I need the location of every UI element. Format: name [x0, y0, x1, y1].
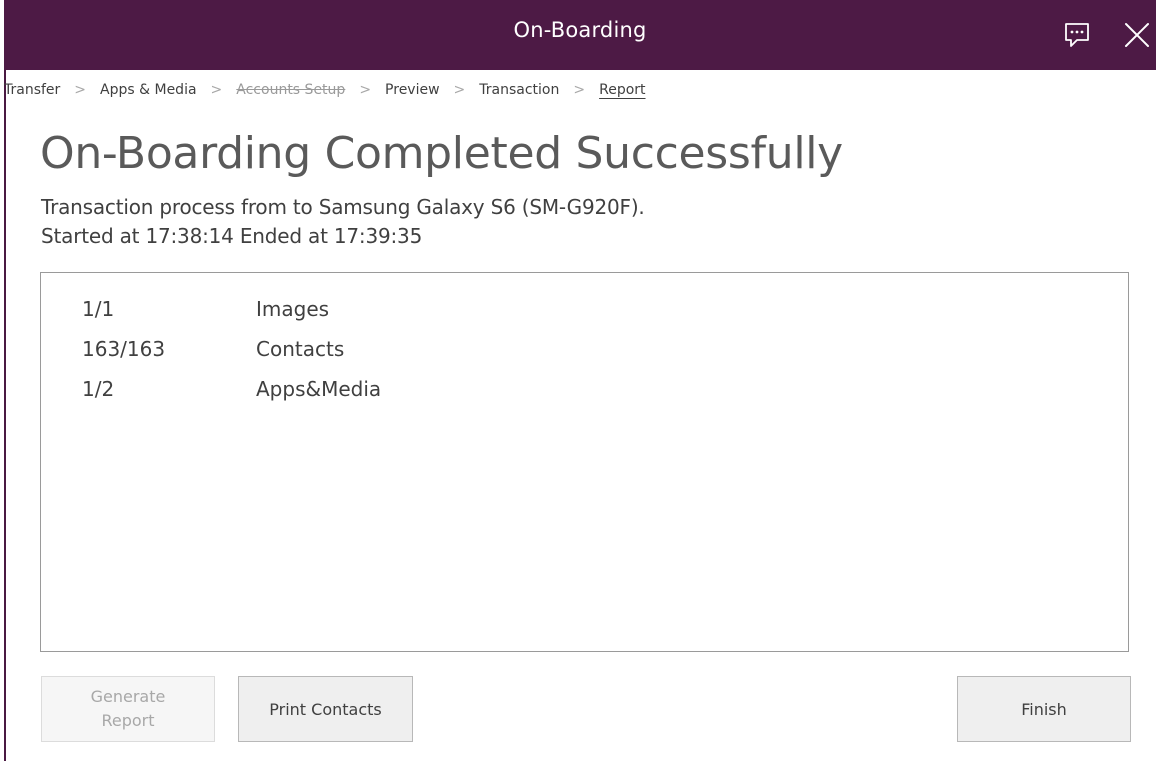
title-bar: On-Boarding	[4, 0, 1156, 70]
chevron-right-icon: >	[453, 82, 466, 98]
list-item: 1/1 Images	[41, 297, 1128, 327]
chevron-right-icon: >	[573, 82, 586, 98]
item-count: 1/2	[82, 377, 115, 401]
breadcrumb-item-preview[interactable]: Preview	[385, 82, 440, 98]
chevron-right-icon: >	[74, 82, 87, 98]
chat-bubble-icon[interactable]	[1060, 18, 1094, 52]
breadcrumb-item-accounts-setup: Accounts Setup	[236, 82, 346, 98]
item-label: Images	[256, 297, 330, 321]
page-title: On-Boarding Completed Successfully	[40, 128, 843, 179]
results-list: 1/1 Images 163/163 Contacts 1/2 Apps&Med…	[40, 272, 1129, 652]
transaction-description: Transaction process from to Samsung Gala…	[41, 195, 645, 219]
finish-label: Finish	[1021, 699, 1067, 719]
window-border	[4, 70, 6, 761]
list-item: 163/163 Contacts	[41, 337, 1128, 367]
generate-report-button: Generate Report	[41, 676, 215, 742]
list-item: 1/2 Apps&Media	[41, 377, 1128, 407]
item-count: 1/1	[82, 297, 115, 321]
generate-report-label-line1: Generate	[90, 687, 166, 706]
item-label: Apps&Media	[256, 377, 382, 401]
item-label: Contacts	[256, 337, 345, 361]
breadcrumb-item-transaction[interactable]: Transaction	[479, 82, 559, 98]
transaction-times: Started at 17:38:14 Ended at 17:39:35	[41, 224, 423, 248]
generate-report-label-line2: Report	[101, 711, 155, 730]
chevron-right-icon: >	[359, 82, 372, 98]
breadcrumb-item-transfer[interactable]: Transfer	[4, 82, 60, 98]
print-contacts-button[interactable]: Print Contacts	[238, 676, 413, 742]
breadcrumb-item-apps-media[interactable]: Apps & Media	[100, 82, 197, 98]
finish-button[interactable]: Finish	[957, 676, 1131, 742]
breadcrumb-item-report[interactable]: Report	[599, 82, 645, 98]
chevron-right-icon: >	[210, 82, 223, 98]
breadcrumb: Transfer > Apps & Media > Accounts Setup…	[4, 78, 646, 102]
close-icon[interactable]	[1120, 18, 1154, 52]
window-title: On-Boarding	[513, 18, 647, 42]
onboarding-window: On-Boarding Transfer > Apps & Media > Ac…	[0, 0, 1156, 761]
item-count: 163/163	[82, 337, 166, 361]
print-contacts-label: Print Contacts	[269, 699, 382, 719]
